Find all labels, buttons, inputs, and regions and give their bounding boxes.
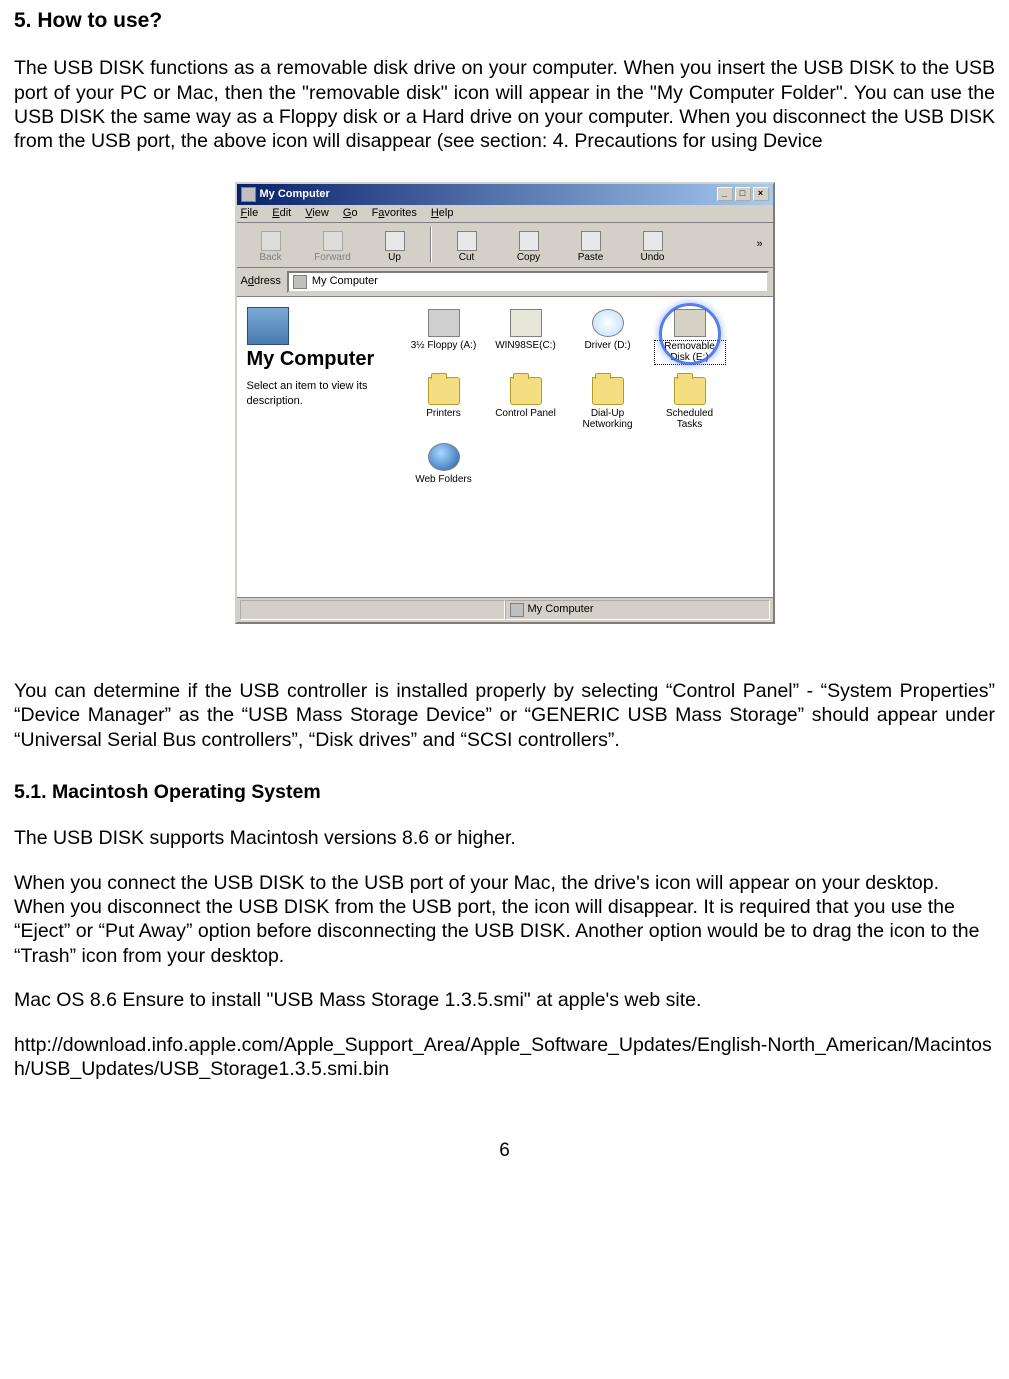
menu-view[interactable]: View — [305, 208, 329, 219]
my-computer-window: My Computer _ □ × File Edit View Go Favo… — [235, 182, 775, 624]
intro-paragraph: The USB DISK functions as a removable di… — [14, 56, 995, 154]
address-bar: Address My Computer — [237, 268, 773, 297]
mac-url: http://download.info.apple.com/Apple_Sup… — [14, 1033, 995, 1082]
cut-button[interactable]: Cut — [437, 225, 497, 265]
undo-button[interactable]: Undo — [623, 225, 683, 265]
menu-bar: File Edit View Go Favorites Help — [237, 205, 773, 223]
status-my-computer-icon — [510, 603, 524, 617]
floppy-drive-icon — [428, 309, 460, 337]
up-folder-icon — [385, 231, 405, 251]
web-folders-icon — [428, 443, 460, 471]
menu-favorites[interactable]: Favorites — [372, 208, 417, 219]
toolbar-overflow[interactable]: » — [751, 225, 769, 265]
toolbar-separator — [430, 227, 432, 263]
back-arrow-icon — [261, 231, 281, 251]
page-number: 6 — [14, 1139, 995, 1163]
hard-drive-icon — [510, 309, 542, 337]
menu-file[interactable]: File — [241, 208, 259, 219]
info-pane: My Computer Select an item to view its d… — [237, 297, 397, 597]
undo-icon — [643, 231, 663, 251]
paste-icon — [581, 231, 601, 251]
paste-button[interactable]: Paste — [561, 225, 621, 265]
mac-para-2: When you connect the USB DISK to the USB… — [14, 871, 995, 969]
close-button[interactable]: × — [753, 187, 769, 201]
my-computer-large-icon — [247, 307, 289, 345]
device-manager-paragraph: You can determine if the USB controller … — [14, 679, 995, 752]
folder-printers[interactable]: Printers — [407, 373, 481, 435]
printers-folder-icon — [428, 377, 460, 405]
folder-control-panel[interactable]: Control Panel — [489, 373, 563, 435]
status-cell-left — [240, 600, 505, 620]
mac-para-3: Mac OS 8.6 Ensure to install "USB Mass S… — [14, 988, 995, 1012]
section-heading: 5. How to use? — [14, 8, 995, 34]
address-label: Address — [241, 276, 281, 287]
forward-button[interactable]: Forward — [303, 225, 363, 265]
address-value: My Computer — [312, 276, 378, 287]
status-cell-right: My Computer — [505, 600, 770, 620]
address-my-computer-icon — [293, 275, 307, 289]
status-text: My Computer — [528, 604, 594, 615]
info-pane-text: Select an item to view its description. — [247, 379, 387, 410]
status-bar: My Computer — [237, 597, 773, 622]
scheduled-tasks-folder-icon — [674, 377, 706, 405]
copy-icon — [519, 231, 539, 251]
menu-edit[interactable]: Edit — [272, 208, 291, 219]
mac-para-1: The USB DISK supports Macintosh versions… — [14, 826, 995, 850]
toolbar: Back Forward Up Cut Copy Paste Undo » — [237, 223, 773, 268]
drive-floppy-a[interactable]: 3½ Floppy (A:) — [407, 305, 481, 369]
mac-subheading: 5.1. Macintosh Operating System — [14, 780, 995, 804]
removable-drive-icon — [674, 309, 706, 337]
address-field[interactable]: My Computer — [287, 271, 769, 293]
menu-go[interactable]: Go — [343, 208, 358, 219]
control-panel-folder-icon — [510, 377, 542, 405]
my-computer-icon — [241, 187, 256, 202]
folder-dialup-networking[interactable]: Dial-Up Networking — [571, 373, 645, 435]
drive-removable-e[interactable]: Removable Disk (E:) — [653, 305, 727, 369]
info-pane-title: My Computer — [247, 349, 387, 369]
cut-icon — [457, 231, 477, 251]
dialup-folder-icon — [592, 377, 624, 405]
minimize-button[interactable]: _ — [717, 187, 733, 201]
back-button[interactable]: Back — [241, 225, 301, 265]
folder-web-folders[interactable]: Web Folders — [407, 439, 481, 490]
cd-drive-icon — [592, 309, 624, 337]
drive-d[interactable]: Driver (D:) — [571, 305, 645, 369]
window-title: My Computer — [260, 189, 330, 200]
menu-help[interactable]: Help — [431, 208, 454, 219]
forward-arrow-icon — [323, 231, 343, 251]
window-titlebar[interactable]: My Computer _ □ × — [237, 184, 773, 205]
folder-scheduled-tasks[interactable]: Scheduled Tasks — [653, 373, 727, 435]
drive-c[interactable]: WIN98SE(C:) — [489, 305, 563, 369]
copy-button[interactable]: Copy — [499, 225, 559, 265]
up-button[interactable]: Up — [365, 225, 425, 265]
icon-view: 3½ Floppy (A:) WIN98SE(C:) Driver (D:) R… — [397, 297, 773, 597]
maximize-button[interactable]: □ — [735, 187, 751, 201]
